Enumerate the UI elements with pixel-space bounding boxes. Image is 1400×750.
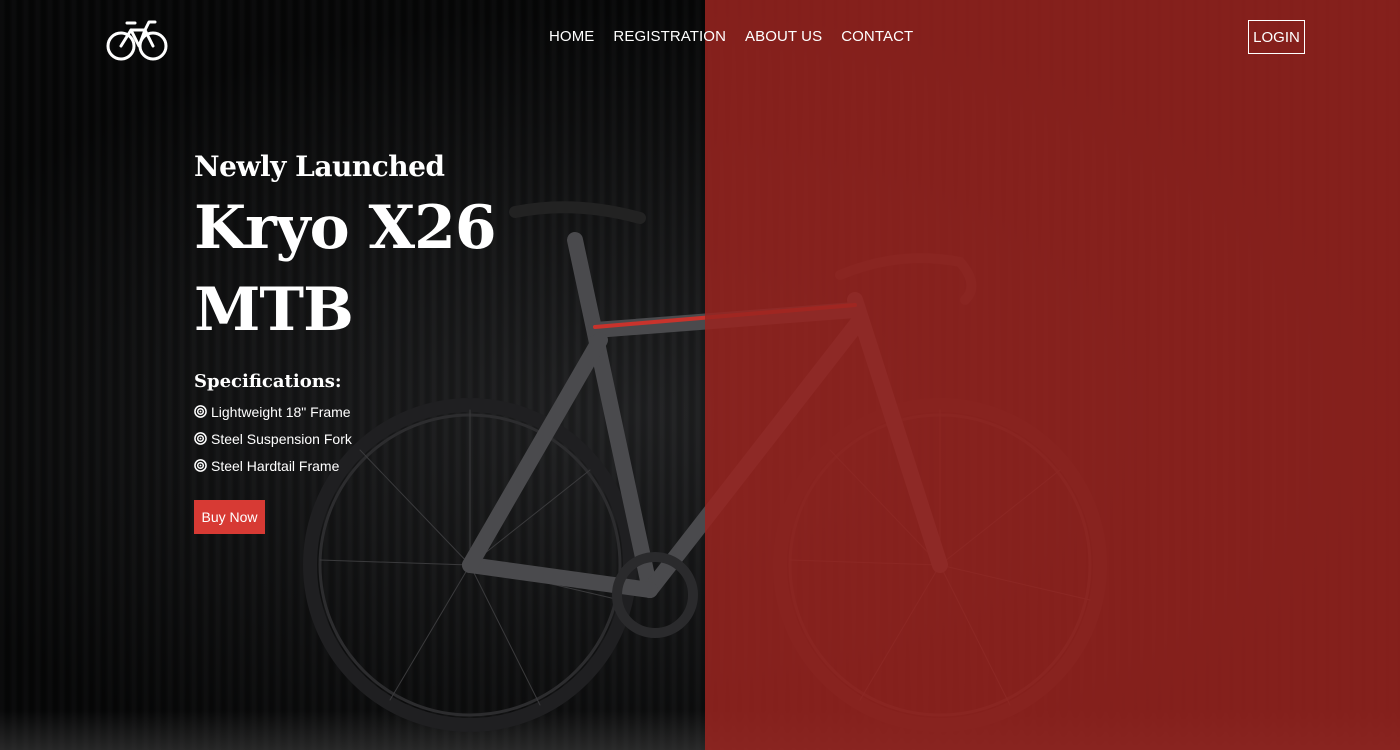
nav-about-us[interactable]: ABOUT US [745, 28, 822, 45]
hero-subtitle: Newly Launched [194, 150, 445, 183]
target-icon [194, 405, 207, 418]
nav-contact[interactable]: CONTACT [841, 28, 913, 45]
product-title-line2: MTB [194, 275, 354, 345]
target-icon [194, 459, 207, 472]
hero-content: Newly Launched Kryo X26 MTB Specificatio… [194, 150, 514, 479]
spec-label: Steel Suspension Fork [211, 430, 352, 447]
main-nav: HOME REGISTRATION ABOUT US CONTACT [549, 28, 932, 45]
spec-item: Lightweight 18" Frame [194, 398, 514, 425]
spec-label: Lightweight 18" Frame [211, 403, 351, 420]
login-button[interactable]: LOGIN [1248, 20, 1305, 54]
product-title: Kryo X26 MTB [194, 187, 514, 351]
red-color-overlay [705, 0, 1400, 750]
nav-registration[interactable]: REGISTRATION [613, 28, 726, 45]
specifications-list: Lightweight 18" Frame Steel Suspension F… [194, 398, 514, 479]
product-title-line1: Kryo X26 [194, 193, 497, 263]
bicycle-icon[interactable] [105, 18, 169, 62]
spec-item: Steel Suspension Fork [194, 425, 514, 452]
specifications-heading: Specifications: [194, 371, 342, 392]
spec-label: Steel Hardtail Frame [211, 457, 340, 474]
target-icon [194, 432, 207, 445]
spec-item: Steel Hardtail Frame [194, 452, 514, 479]
nav-home[interactable]: HOME [549, 28, 594, 45]
buy-now-button[interactable]: Buy Now [194, 500, 265, 534]
